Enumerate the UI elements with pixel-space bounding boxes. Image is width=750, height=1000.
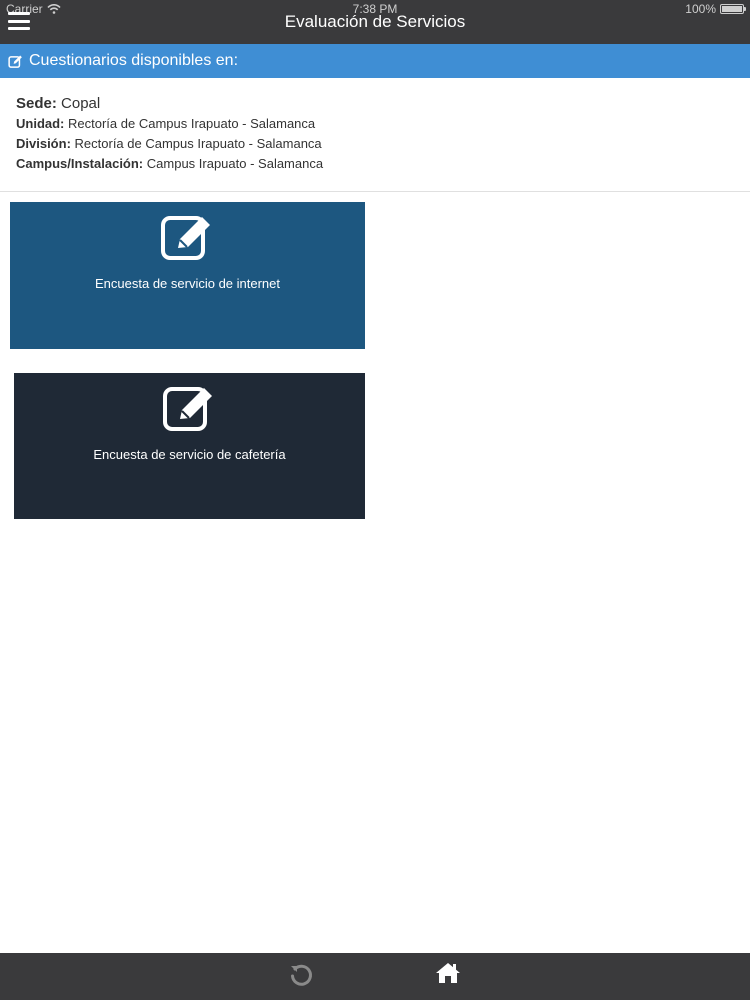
unidad-label: Unidad: bbox=[16, 116, 65, 131]
survey-card-cafeteria[interactable]: Encuesta de servicio de cafetería bbox=[14, 373, 365, 519]
refresh-icon-svg bbox=[291, 964, 312, 986]
sede-label: Sede: bbox=[16, 95, 57, 112]
unidad-value: Rectoría de Campus Irapuato - Salamanca bbox=[68, 116, 316, 131]
survey-card-internet[interactable]: Encuesta de servicio de internet bbox=[10, 202, 365, 349]
survey-card-label: Encuesta de servicio de cafetería bbox=[93, 447, 286, 462]
page-title: Evaluación de Servicios bbox=[284, 12, 466, 31]
campus-row: Campus/Instalación: Campus Irapuato - Sa… bbox=[16, 156, 323, 171]
division-row: División: Rectoría de Campus Irapuato - … bbox=[16, 136, 323, 151]
bottom-tab-bar bbox=[0, 953, 750, 1000]
refresh-icon[interactable] bbox=[288, 962, 314, 993]
survey-card-label: Encuesta de servicio de internet bbox=[95, 276, 280, 291]
section-title: Cuestionarios disponibles en: bbox=[29, 52, 239, 69]
unidad-row: Unidad: Rectoría de Campus Irapuato - Sa… bbox=[16, 116, 323, 131]
division-label: División: bbox=[16, 136, 71, 151]
top-bar: Carrier 7:38 PM 100% Evaluación de Servi… bbox=[0, 0, 750, 44]
edit-icon bbox=[8, 55, 22, 68]
edit-icon bbox=[160, 216, 210, 260]
app-screen: Carrier 7:38 PM 100% Evaluación de Servi… bbox=[0, 0, 750, 1000]
campus-value: Campus Irapuato - Salamanca bbox=[146, 156, 324, 171]
sede-row: Sede: Copal bbox=[16, 95, 323, 112]
divider bbox=[0, 191, 750, 192]
edit-icon bbox=[162, 387, 212, 431]
division-value: Rectoría de Campus Irapuato - Salamanca bbox=[74, 136, 322, 151]
home-icon-svg bbox=[436, 963, 460, 983]
campus-label: Campus/Instalación: bbox=[16, 156, 144, 171]
sede-value: Copal bbox=[61, 95, 101, 112]
section-header: Cuestionarios disponibles en: bbox=[0, 44, 750, 78]
home-icon[interactable] bbox=[435, 961, 461, 990]
location-info: Sede: Copal Unidad: Rectoría de Campus I… bbox=[16, 95, 323, 176]
